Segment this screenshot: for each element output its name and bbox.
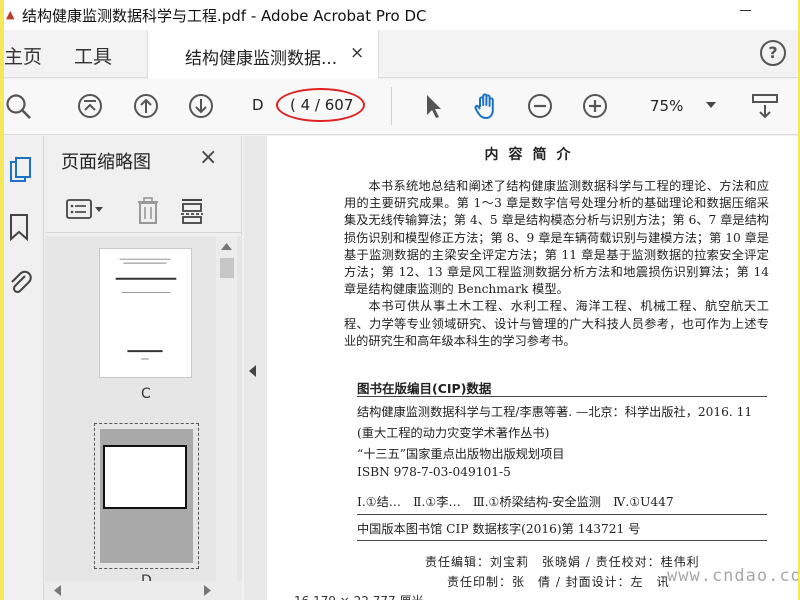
thumbnail-toolbar: [45, 189, 242, 233]
attachment-icon[interactable]: [7, 268, 33, 298]
tab-document-label: 结构健康监测数据...: [185, 49, 338, 69]
thumbnail-label: C: [141, 386, 151, 402]
cip-heading: 图书在版编目(CIP)数据: [357, 381, 492, 396]
panel-title: 页面缩略图: [61, 152, 151, 173]
credits-line: 责任印制：张 倩 / 封面设计：左 讯: [447, 575, 670, 589]
watermark: www.cndao.com: [667, 566, 798, 586]
credits-line: 责任编辑：刘宝莉 张晓娟 / 责任校对：桂伟利: [425, 555, 700, 569]
select-arrow-icon[interactable]: [418, 91, 448, 121]
page-layout-icon[interactable]: [750, 91, 780, 121]
acrobat-window: ▲ 结构健康监测数据科学与工程.pdf - Adobe Acrobat Pro …: [4, 0, 798, 600]
first-page-icon[interactable]: [75, 91, 105, 121]
page-thumbnail-d[interactable]: [100, 429, 193, 563]
collapse-panel-icon[interactable]: [249, 365, 256, 377]
scrollbar-thumb[interactable]: [220, 258, 234, 278]
window-title: 结构健康监测数据科学与工程.pdf - Adobe Acrobat Pro DC: [22, 7, 427, 25]
chevron-down-icon[interactable]: [706, 102, 716, 108]
previous-page-icon[interactable]: [131, 91, 161, 121]
thumbnail-page-preview: [115, 258, 177, 360]
toolbar: D ( 4 / 607 75%: [4, 79, 798, 135]
acrobat-logo-icon: ▲: [6, 8, 15, 21]
thumbnail-panel: 页面缩略图 × C: [45, 136, 242, 600]
cip-line: “十三五”国家重点出版物出版规划项目: [357, 447, 565, 461]
page-number-input[interactable]: D: [252, 96, 264, 114]
cip-line: Ⅰ.①结… Ⅱ.①李… Ⅲ.①桥梁结构-安全监测 Ⅳ.①U447: [357, 495, 674, 509]
document-view: 内容简介 本书系统地总结和阐述了结构健康监测数据科学与工程的理论、方法和应用的主…: [244, 136, 798, 600]
title-bar: ▲ 结构健康监测数据科学与工程.pdf - Adobe Acrobat Pro …: [4, 0, 798, 30]
page-body: 本书系统地总结和阐述了结构健康监测数据科学与工程的理论、方法和应用的主要研究成果…: [344, 178, 769, 350]
zoom-level[interactable]: 75%: [650, 97, 683, 115]
highlight-annotation: [276, 88, 365, 122]
body-paragraph: 本书可供从事土木工程、水利工程、海洋工程、机械工程、航空航天工程、力学等专业领域…: [344, 299, 769, 348]
page-size-status: 16.179 × 22.777 厘米: [294, 592, 423, 600]
zoom-out-icon[interactable]: [525, 91, 555, 121]
tab-bar: 主页 工具 结构健康监测数据... × ?: [4, 30, 798, 79]
left-rail: [4, 136, 44, 600]
tab-tools[interactable]: 工具: [74, 42, 112, 69]
tab-document[interactable]: 结构健康监测数据... ×: [147, 30, 379, 79]
extract-page-icon[interactable]: [179, 197, 205, 229]
cip-line: ISBN 978-7-03-049101-5: [357, 465, 511, 479]
cip-line: 中国版本图书馆 CIP 数据核字(2016)第 143721 号: [357, 522, 641, 536]
body-paragraph: 本书系统地总结和阐述了结构健康监测数据科学与工程的理论、方法和应用的主要研究成果…: [344, 179, 769, 297]
toolbar-divider: [391, 87, 392, 125]
options-menu-icon[interactable]: [65, 197, 109, 227]
cip-divider: [357, 514, 767, 515]
minimize-button[interactable]: [739, 2, 753, 16]
close-panel-icon[interactable]: ×: [199, 145, 217, 170]
cip-divider: [357, 396, 767, 397]
thumbnail-hscrollbar[interactable]: [45, 581, 242, 600]
thumbnail-view-rectangle[interactable]: [103, 445, 187, 509]
thumbnail-scrollbar[interactable]: [216, 236, 237, 581]
cip-line: (重大工程的动力灾变学术著作丛书): [357, 426, 550, 440]
tab-home[interactable]: 主页: [4, 42, 42, 69]
bookmark-icon[interactable]: [7, 212, 33, 242]
page-heading: 内容简介: [484, 147, 581, 163]
delete-page-icon[interactable]: [135, 197, 161, 229]
page-thumbnail-c[interactable]: [99, 248, 192, 378]
scroll-left-icon[interactable]: [51, 581, 65, 600]
search-icon[interactable]: [4, 91, 34, 121]
cip-line: 结构健康监测数据科学与工程/李惠等著. —北京：科学出版社，2016. 11: [357, 405, 753, 419]
close-tab-icon[interactable]: ×: [350, 43, 364, 63]
help-icon[interactable]: ?: [760, 40, 786, 66]
zoom-in-icon[interactable]: [580, 91, 610, 121]
next-page-icon[interactable]: [186, 91, 216, 121]
pdf-page: 内容简介 本书系统地总结和阐述了结构健康监测数据科学与工程的理论、方法和应用的主…: [267, 136, 798, 600]
hand-tool-icon[interactable]: [471, 91, 501, 121]
scroll-up-icon[interactable]: [216, 240, 237, 254]
thumbnail-list: C D: [45, 236, 242, 600]
scroll-right-icon[interactable]: [200, 581, 214, 600]
cip-divider: [357, 540, 767, 541]
page-thumbnails-icon[interactable]: [7, 156, 33, 186]
